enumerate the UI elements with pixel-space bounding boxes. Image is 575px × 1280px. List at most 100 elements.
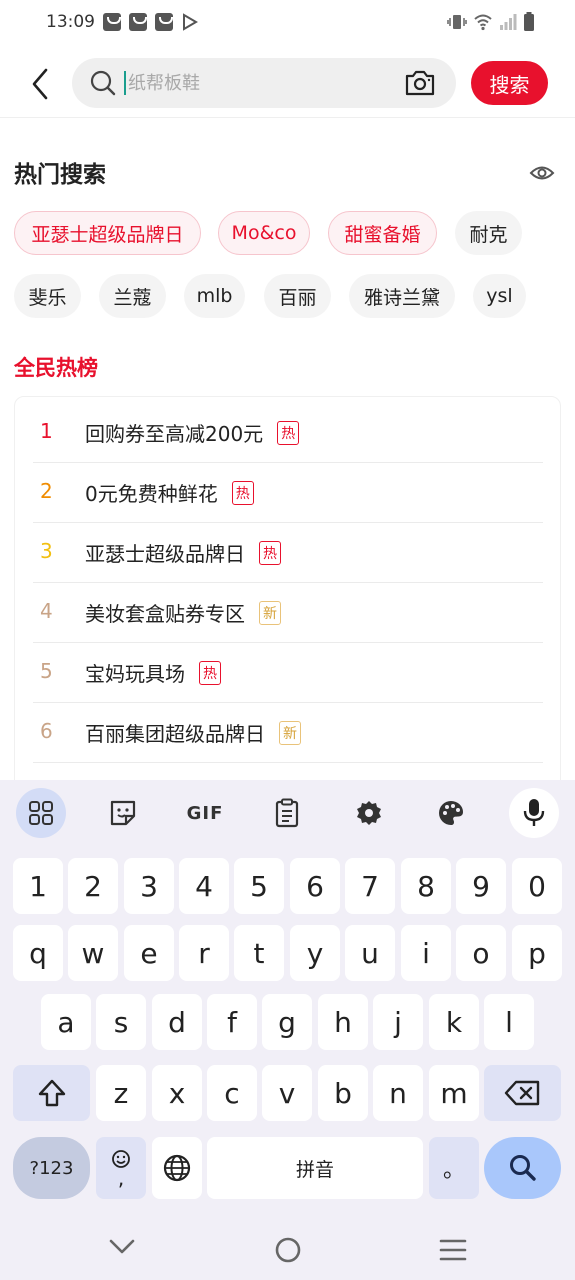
hot-search-tag[interactable]: mlb [184,274,245,318]
eye-icon[interactable] [529,160,555,186]
key-g[interactable]: g [262,994,312,1050]
hot-search-tag[interactable]: ysl [473,274,526,318]
rank-number: 6 [40,719,53,743]
search-box[interactable] [72,58,456,108]
voice-input-button[interactable] [509,788,559,838]
key-q[interactable]: q [13,925,63,981]
key-4[interactable]: 4 [179,858,229,914]
shift-key[interactable] [13,1065,90,1121]
ranking-item[interactable]: 5 宝妈玩具场热 [33,643,543,703]
rank-number: 5 [40,659,53,683]
hot-search-tag[interactable]: 甜蜜备婚 [328,211,437,255]
key-e[interactable]: e [124,925,174,981]
gif-button[interactable]: GIF [180,788,230,838]
hot-badge: 热 [259,541,281,565]
space-key[interactable]: 拼音 [207,1137,423,1199]
key-b[interactable]: b [318,1065,368,1121]
search-input[interactable] [128,66,388,100]
emoji-comma-key[interactable]: , [96,1137,146,1199]
key-7[interactable]: 7 [345,858,395,914]
key-c[interactable]: c [207,1065,257,1121]
hot-search-tag[interactable]: 亚瑟士超级品牌日 [14,211,201,255]
signal-icon [500,14,517,30]
ranking-item-text: 0元免费种鲜花 [85,482,218,506]
key-6[interactable]: 6 [290,858,340,914]
key-x[interactable]: x [152,1065,202,1121]
ranking-title: 全民热榜 [14,356,98,380]
menu-icon[interactable] [438,1238,468,1262]
key-w[interactable]: w [68,925,118,981]
key-8[interactable]: 8 [401,858,451,914]
gear-icon [357,801,381,825]
divider [0,117,575,118]
vibrate-icon [447,15,467,29]
key-a[interactable]: a [41,994,91,1050]
hot-search-tag[interactable]: 斐乐 [14,274,81,318]
search-button[interactable]: 搜索 [471,61,548,105]
new-badge: 新 [279,721,301,745]
key-t[interactable]: t [234,925,284,981]
hot-search-tag[interactable]: Mo&co [218,211,310,255]
key-d[interactable]: d [152,994,202,1050]
key-m[interactable]: m [429,1065,479,1121]
key-j[interactable]: j [373,994,423,1050]
chevron-down-icon[interactable] [108,1238,136,1256]
key-s[interactable]: s [96,994,146,1050]
key-5[interactable]: 5 [234,858,284,914]
key-l[interactable]: l [484,994,534,1050]
key-9[interactable]: 9 [456,858,506,914]
key-o[interactable]: o [456,925,506,981]
ranking-item[interactable]: 1 回购券至高减200元热 [33,403,543,463]
symbols-key[interactable]: ?123 [13,1137,90,1199]
language-key[interactable] [152,1137,202,1199]
ranking-item[interactable]: 6 百丽集团超级品牌日新 [33,703,543,763]
hot-search-tag[interactable]: 兰蔻 [99,274,166,318]
back-button[interactable] [24,62,64,106]
text-cursor [124,71,126,95]
ranking-item[interactable]: 2 0元免费种鲜花热 [33,463,543,523]
key-v[interactable]: v [262,1065,312,1121]
key-u[interactable]: u [345,925,395,981]
key-3[interactable]: 3 [124,858,174,914]
key-p[interactable]: p [512,925,562,981]
key-i[interactable]: i [401,925,451,981]
camera-icon[interactable] [404,68,436,98]
search-icon [90,70,116,96]
globe-icon [163,1154,191,1182]
settings-button[interactable] [344,788,394,838]
ranking-item-text: 百丽集团超级品牌日 [85,722,265,746]
key-h[interactable]: h [318,994,368,1050]
hot-search-tag[interactable]: 耐克 [455,211,522,255]
search-icon [509,1155,536,1181]
key-n[interactable]: n [373,1065,423,1121]
home-button[interactable] [274,1236,302,1264]
hot-search-tag[interactable]: 雅诗兰黛 [349,274,455,318]
key-r[interactable]: r [179,925,229,981]
navigation-bar [0,1214,575,1280]
backspace-key[interactable] [484,1065,561,1121]
key-1[interactable]: 1 [13,858,63,914]
ranking-item-text: 回购券至高减200元 [85,422,264,446]
key-2[interactable]: 2 [68,858,118,914]
shopping-bag-icon [103,13,121,31]
theme-button[interactable] [426,788,476,838]
key-k[interactable]: k [429,994,479,1050]
sticker-button[interactable] [98,788,148,838]
hot-search-tag[interactable]: 百丽 [264,274,331,318]
key-f[interactable]: f [207,994,257,1050]
shopping-bag-icon [155,13,173,31]
key-0[interactable]: 0 [512,858,562,914]
keyboard-apps-button[interactable] [16,788,66,838]
ranking-item[interactable]: 3 亚瑟士超级品牌日热 [33,523,543,583]
ranking-item[interactable]: 4 美妆套盒贴券专区新 [33,583,543,643]
battery-icon [524,12,534,31]
period-key[interactable]: 。 [429,1137,479,1199]
ranking-list: 1 回购券至高减200元热 2 0元免费种鲜花热 3 亚瑟士超级品牌日热 4 美… [14,396,561,796]
clipboard-button[interactable] [262,788,312,838]
search-action-key[interactable] [484,1137,561,1199]
hot-badge: 热 [231,481,254,505]
backspace-icon [504,1080,539,1106]
key-y[interactable]: y [290,925,340,981]
key-z[interactable]: z [96,1065,146,1121]
shift-icon [38,1079,65,1107]
